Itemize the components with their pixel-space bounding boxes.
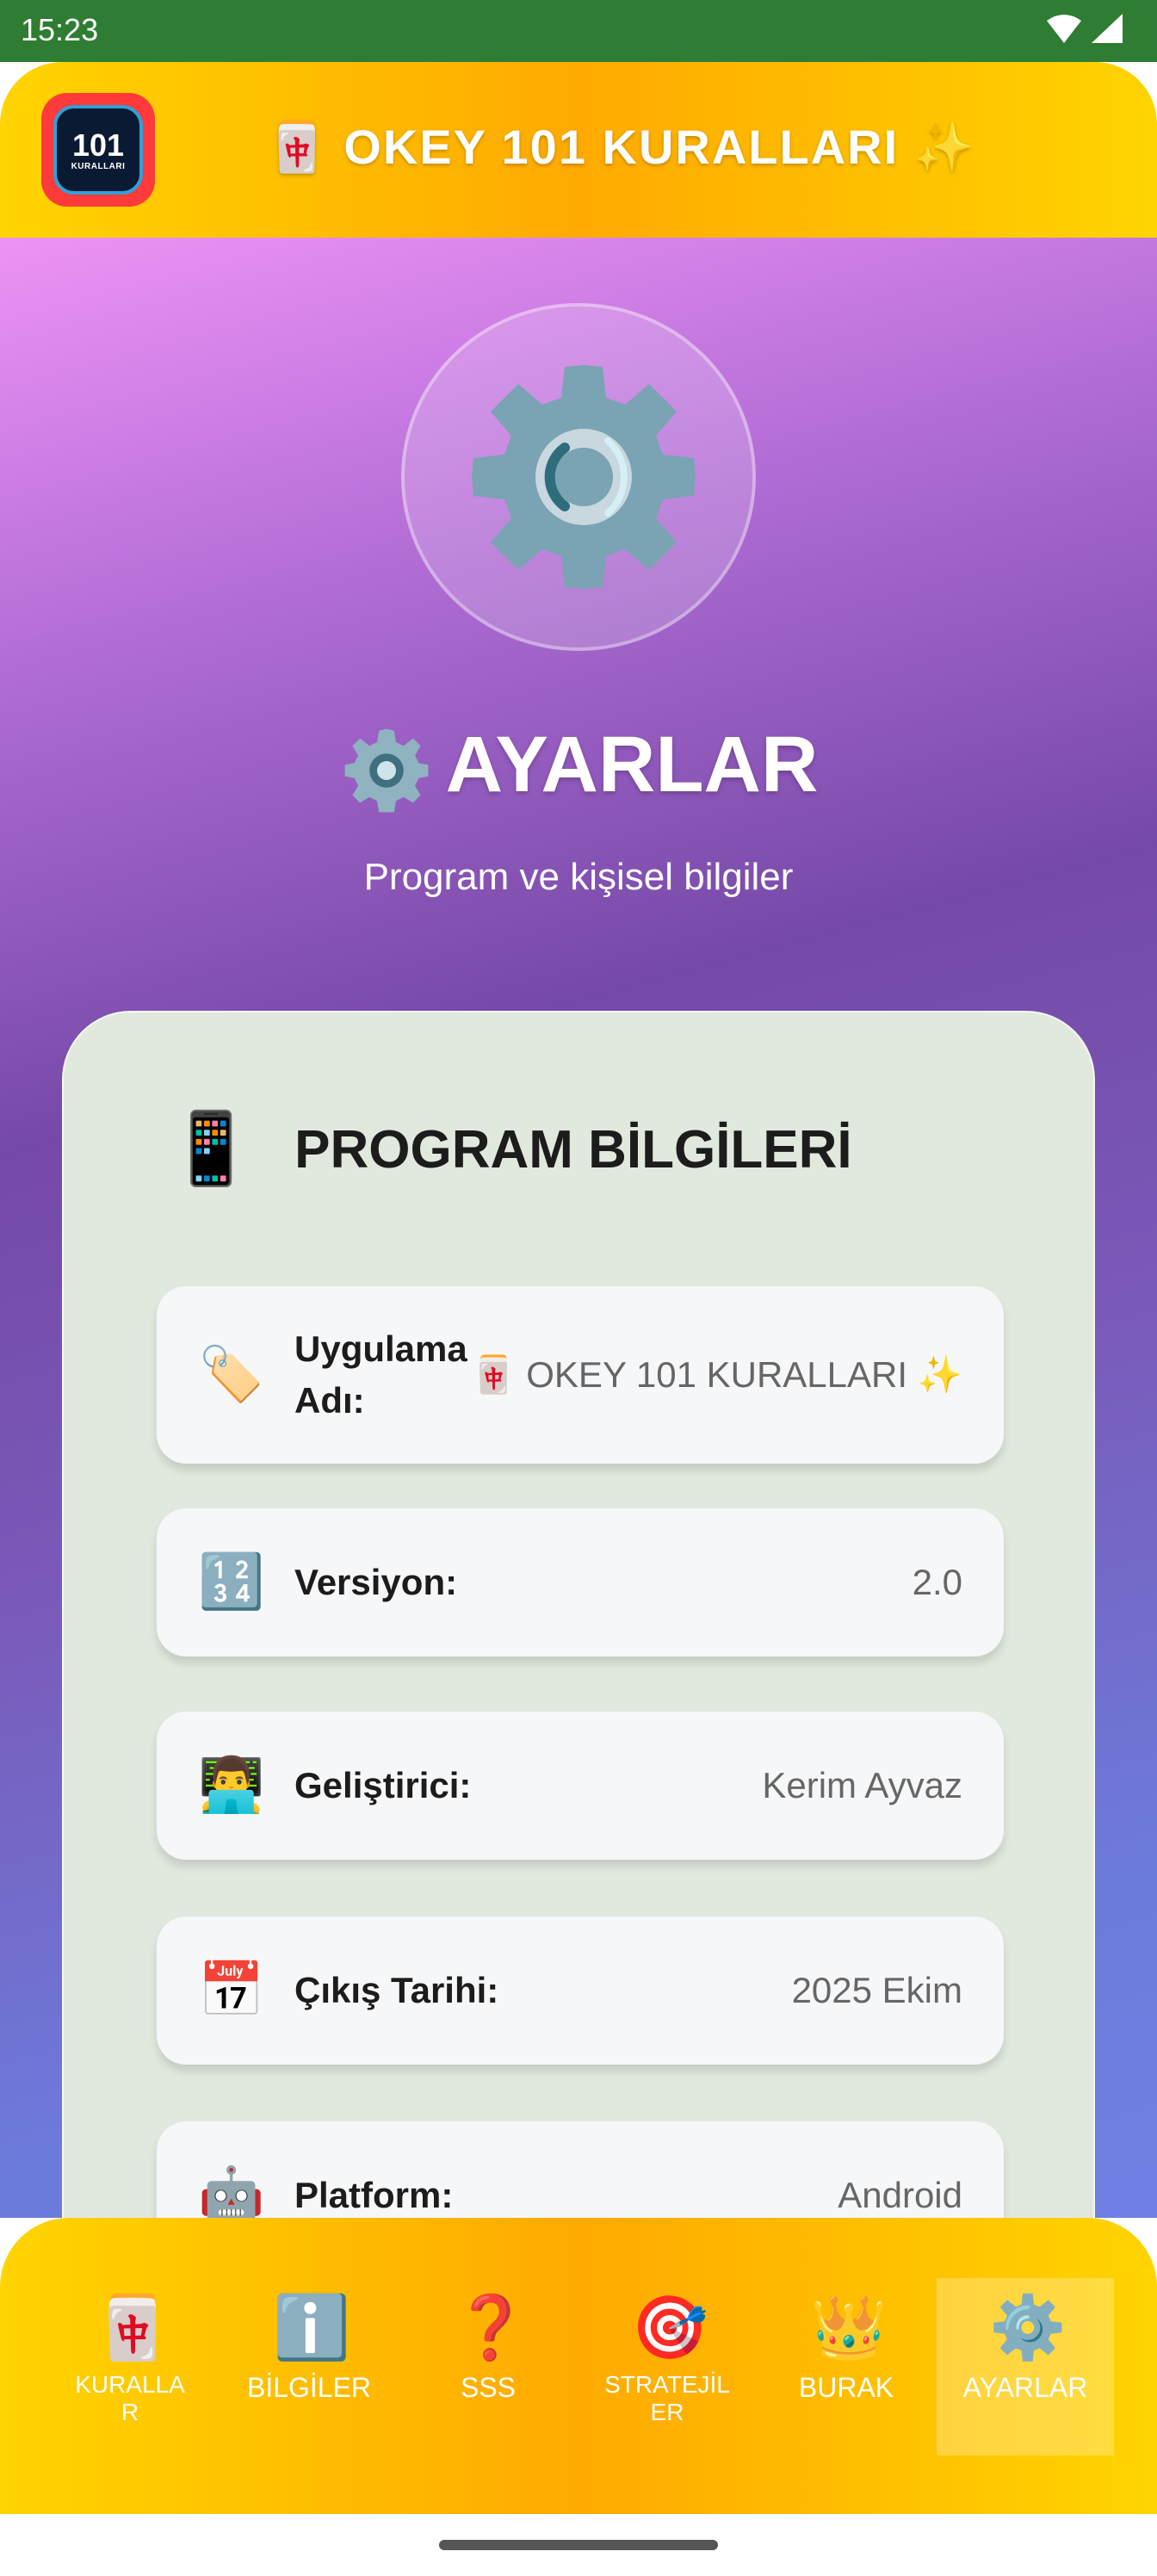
wifi-icon [1047, 15, 1081, 43]
bottom-nav: 🀄 KURALLA R ℹ️ BİLGİLER ❓ SSS 🎯 STRATEJİ… [0, 2218, 1157, 2514]
row-value-developer: Kerim Ayvaz [762, 1765, 962, 1805]
page-title: AYARLAR [0, 720, 1157, 818]
row-value-platform: Android [838, 2175, 962, 2215]
row-label-developer: Geliştirici: [294, 1765, 472, 1805]
app-header: 101 KURALLARI 🀄 OKEY 101 KURALLARI ✨ [0, 62, 1157, 238]
nav-item-kurallar[interactable]: 🀄 KURALLA R [41, 2278, 219, 2455]
row-label-app-name-2: Adı: [294, 1380, 365, 1421]
calendar-icon: 📅 [198, 1960, 265, 2020]
row-value-version: 2.0 [912, 1562, 962, 1602]
nav-item-bilgiler[interactable]: ℹ️ BİLGİLER [220, 2278, 398, 2455]
row-label-app-name-1: Uygulama [294, 1328, 467, 1369]
nav-label-bilgiler: BİLGİLER [246, 2372, 372, 2403]
info-row-release-date: 📅 Çıkış Tarihi: 2025 Ekim [157, 1917, 1004, 2065]
info-icon: ℹ️ [273, 2294, 350, 2362]
label-tag-icon: 🏷️ [198, 1345, 265, 1404]
card-title: 📱 PROGRAM BİLGİLERİ [167, 1114, 852, 1185]
row-label-release-date: Çıkış Tarihi: [294, 1970, 499, 2010]
robot-icon: 🤖 [198, 2165, 265, 2218]
app-title: 🀄 OKEY 101 KURALLARI ✨ [267, 120, 976, 174]
cell-signal-icon [1092, 14, 1123, 43]
row-value-app-name: 🀄 OKEY 101 KURALLARI ✨ [471, 1354, 962, 1395]
crown-icon: 👑 [810, 2294, 888, 2362]
card-title-text: PROGRAM BİLGİLERİ [294, 1119, 852, 1180]
row-label-version: Versiyon: [294, 1562, 458, 1602]
app-logo-badge: 101 KURALLARI [53, 105, 143, 195]
nav-label-burak: BURAK [798, 2372, 894, 2403]
page-title-text: AYARLAR [445, 721, 819, 808]
mobile-phone-icon: 📱 [167, 1110, 256, 1188]
numbers-icon: 🔢 [198, 1552, 265, 1612]
nav-item-ayarlar[interactable]: ⚙️ AYARLAR [937, 2278, 1114, 2455]
app-logo-number: 101 [71, 127, 125, 163]
status-bar: 15:23 [0, 0, 1157, 62]
info-row-developer: 👨‍💻 Geliştirici: Kerim Ayvaz [157, 1712, 1004, 1860]
gear-icon [472, 365, 696, 589]
nav-label-kurallar: KURALLA R [75, 2371, 185, 2425]
settings-content[interactable]: AYARLAR Program ve kişisel bilgiler 📱 PR… [0, 238, 1157, 2218]
nav-label-ayarlar: AYARLAR [962, 2372, 1088, 2403]
question-icon: ❓ [452, 2294, 529, 2362]
gesture-bar-area [0, 2514, 1157, 2576]
app-logo[interactable]: 101 KURALLARI [41, 93, 155, 207]
nav-item-burak[interactable]: 👑 BURAK [758, 2278, 935, 2455]
settings-gear-icon [344, 728, 428, 813]
status-time: 15:23 [21, 12, 99, 47]
target-icon: 🎯 [631, 2294, 708, 2362]
home-indicator[interactable] [439, 2540, 718, 2550]
gear-icon: ⚙️ [989, 2294, 1067, 2362]
row-label-platform: Platform: [294, 2175, 454, 2215]
mahjong-tile-icon: 🀄 [94, 2294, 171, 2362]
info-row-app-name: 🏷️ Uygulama Adı: 🀄 OKEY 101 KURALLARI ✨ [157, 1286, 1004, 1464]
hero-icon-circle [401, 303, 756, 651]
app-logo-subtitle: KURALLARI [71, 161, 126, 171]
developer-icon: 👨‍💻 [198, 1756, 265, 1815]
info-row-platform: 🤖 Platform: Android [157, 2121, 1004, 2218]
nav-item-stratejiler[interactable]: 🎯 STRATEJİL ER [578, 2278, 756, 2455]
page-subtitle: Program ve kişisel bilgiler [363, 856, 794, 898]
nav-item-sss[interactable]: ❓ SSS [399, 2278, 577, 2455]
info-row-version: 🔢 Versiyon: 2.0 [157, 1508, 1004, 1656]
nav-label-sss: SSS [460, 2372, 517, 2403]
program-info-card: 📱 PROGRAM BİLGİLERİ 🏷️ Uygulama Adı: 🀄 O… [62, 1011, 1095, 2218]
nav-label-stratejiler: STRATEJİL ER [604, 2371, 730, 2425]
row-value-release-date: 2025 Ekim [791, 1970, 962, 2010]
signal-wifi-icons [1047, 14, 1123, 43]
